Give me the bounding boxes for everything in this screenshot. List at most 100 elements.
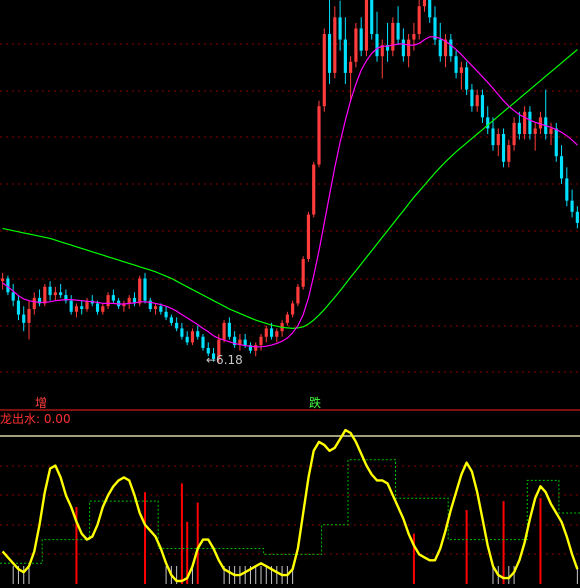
candle-body-58	[306, 214, 311, 259]
candle-body-98	[517, 122, 521, 134]
candle-body-43	[227, 322, 231, 337]
candle-body-49	[259, 336, 263, 346]
candle-body-6	[32, 297, 36, 309]
candle-body-102	[538, 117, 543, 129]
candle-body-76	[401, 39, 405, 57]
candle-body-71	[375, 34, 379, 57]
candle-body-54	[285, 314, 289, 323]
candle-body-2	[11, 292, 15, 301]
candle-body-61	[322, 34, 326, 107]
candle-body-74	[391, 22, 395, 51]
candle-body-42	[222, 322, 226, 340]
candle-body-83	[438, 39, 442, 57]
candle-body-70	[370, 0, 374, 34]
price-grid	[0, 43, 580, 411]
signal-label-increase: 增	[35, 396, 48, 410]
candle-body-78	[412, 34, 416, 40]
candle-body-86	[454, 56, 458, 73]
candle-body-63	[333, 17, 337, 73]
candle-body-93	[491, 128, 495, 146]
candle-body-27	[143, 278, 147, 301]
candle-body-85	[449, 39, 453, 57]
moving-averages	[2, 36, 578, 348]
candle-body-81	[428, 0, 432, 18]
candle-body-79	[417, 6, 421, 35]
candle-body-109	[575, 211, 579, 223]
candle-body-13	[69, 300, 73, 312]
candle-body-30	[159, 306, 163, 312]
candle-body-32	[169, 317, 173, 323]
candle-body-88	[465, 67, 469, 90]
candle-body-69	[364, 0, 369, 51]
candle-body-8	[43, 286, 47, 304]
candlesticks	[1, 0, 579, 363]
candle-body-107	[565, 178, 569, 201]
candle-body-5	[27, 309, 31, 323]
candle-body-97	[512, 122, 516, 146]
indicator-title: 龙出水: 0.00	[0, 412, 71, 426]
candle-body-95	[501, 134, 506, 162]
ma-short-line	[2, 36, 578, 348]
candle-body-31	[164, 311, 168, 318]
candle-body-26	[138, 278, 142, 304]
candle-body-19	[101, 306, 105, 312]
candle-body-21	[111, 295, 115, 301]
candle-body-38	[201, 336, 205, 348]
candle-body-100	[528, 111, 532, 134]
indicator-main-line	[1, 428, 579, 583]
candle-body-35	[185, 336, 189, 343]
indicator-series	[0, 428, 580, 584]
candle-body-106	[559, 156, 564, 179]
candle-body-0	[1, 278, 5, 282]
candle-body-18	[95, 303, 100, 312]
candle-body-33	[175, 322, 179, 329]
candle-body-55	[291, 303, 295, 315]
candle-body-15	[80, 306, 84, 309]
candle-body-60	[317, 106, 321, 165]
candle-body-59	[312, 164, 316, 215]
candle-body-50	[264, 328, 268, 337]
candle-body-36	[190, 331, 195, 343]
candle-body-57	[301, 259, 305, 287]
candle-body-67	[354, 28, 358, 62]
candle-body-24	[127, 297, 131, 304]
candle-body-96	[507, 145, 511, 162]
candle-body-48	[254, 345, 258, 351]
candle-body-52	[275, 331, 279, 337]
candle-body-11	[59, 292, 63, 296]
candle-body-14	[74, 306, 79, 312]
candle-body-75	[396, 22, 400, 40]
candle-body-56	[296, 286, 300, 304]
candle-body-108	[570, 200, 574, 212]
candle-body-20	[106, 295, 110, 307]
signal-label-fall: 跌	[309, 396, 322, 410]
candle-body-77	[407, 39, 411, 57]
candle-body-90	[475, 95, 479, 107]
candle-body-34	[180, 328, 184, 337]
candle-body-64	[338, 17, 342, 40]
candle-body-80	[422, 0, 427, 7]
low-price-annotation: ←6.18	[206, 353, 243, 367]
candle-body-10	[53, 292, 57, 296]
candle-body-104	[549, 128, 553, 134]
indicator-step-line	[0, 459, 580, 564]
candle-body-65	[343, 39, 347, 73]
candle-body-94	[496, 134, 500, 146]
candle-body-62	[327, 34, 332, 73]
candle-body-37	[196, 331, 200, 337]
candle-body-87	[459, 67, 463, 73]
candle-body-66	[349, 61, 353, 73]
candle-body-89	[470, 89, 474, 107]
candle-body-105	[554, 128, 558, 157]
candle-body-99	[523, 111, 527, 134]
candle-body-68	[359, 28, 363, 51]
candle-body-51	[269, 328, 274, 337]
candle-body-29	[153, 306, 158, 309]
candle-body-4	[22, 314, 26, 323]
candle-body-9	[48, 286, 52, 296]
candle-body-46	[243, 339, 247, 346]
candle-body-91	[480, 95, 485, 118]
ma-long-line	[2, 49, 578, 330]
indicator-grid	[0, 435, 580, 555]
candle-body-3	[16, 300, 21, 315]
